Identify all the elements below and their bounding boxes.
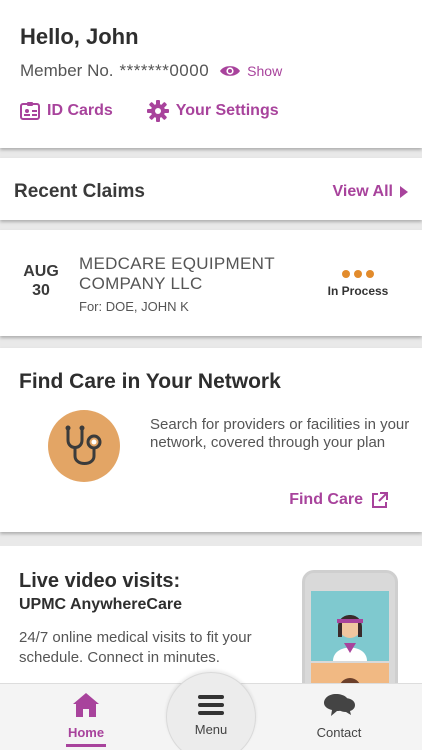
find-care-label: Find Care (289, 491, 363, 508)
settings-label: Your Settings (175, 102, 279, 119)
hamburger-menu-icon (198, 695, 224, 715)
find-care-title: Find Care in Your Network (19, 370, 281, 393)
phone-video-call-illustration (302, 570, 398, 700)
settings-link[interactable]: Your Settings (146, 100, 279, 122)
progress-dots-icon (322, 270, 394, 278)
view-all-label: View All (332, 183, 393, 200)
video-visits-description: 24/7 online medical visits to fit your s… (19, 629, 252, 666)
show-member-number-button[interactable]: Show (219, 63, 282, 79)
stethoscope-icon (48, 410, 120, 482)
video-visits-title: Live video visits: (19, 570, 181, 592)
find-care-card: Find Care in Your Network Search for pro… (0, 348, 422, 532)
member-number-row: Member No. *******0000 Show (20, 61, 282, 81)
claim-month: AUG (23, 263, 59, 280)
home-icon (73, 693, 99, 717)
eye-icon (220, 66, 241, 76)
greeting-title: Hello, John (20, 24, 139, 49)
find-care-button[interactable]: Find Care (289, 491, 388, 509)
claim-status-label: In Process (327, 284, 389, 298)
recent-claims-header: Recent Claims View All (0, 158, 422, 220)
doctor-video-illustration (311, 591, 389, 661)
tab-menu[interactable]: Menu (166, 694, 256, 737)
member-number: *******0000 (119, 61, 210, 80)
claim-for: For: DOE, JOHN K (79, 299, 189, 314)
video-visits-subtitle: UPMC AnywhereCare (19, 596, 183, 613)
recent-claims-title: Recent Claims (14, 181, 145, 202)
greeting-card: Hello, John Member No. *******0000 Show … (0, 0, 422, 148)
tab-home[interactable]: Home (58, 692, 114, 747)
find-care-description: Search for providers or facilities in yo… (150, 416, 410, 451)
quick-links: ID Cards Your Settings (20, 100, 279, 122)
video-visits-card[interactable]: Live video visits: UPMC AnywhereCare 24/… (0, 546, 422, 700)
id-card-icon (20, 102, 40, 120)
active-tab-indicator (66, 744, 106, 747)
claim-row[interactable]: AUG 30 MEDCARE EQUIPMENT COMPANY LLC For… (0, 230, 422, 336)
chat-bubbles-icon (324, 694, 355, 716)
claim-status: In Process (322, 270, 394, 298)
tab-menu-label: Menu (194, 722, 228, 737)
show-label: Show (247, 63, 283, 79)
id-cards-link[interactable]: ID Cards (20, 100, 113, 122)
play-arrow-icon (400, 186, 408, 198)
tab-contact-label: Contact (316, 725, 362, 740)
tab-contact[interactable]: Contact (306, 692, 372, 740)
view-all-claims-button[interactable]: View All (333, 183, 408, 201)
claim-day: 30 (32, 282, 50, 299)
tab-home-label: Home (67, 725, 105, 740)
gear-icon (146, 100, 169, 122)
claim-provider: MEDCARE EQUIPMENT COMPANY LLC (79, 254, 275, 293)
claim-date: AUG 30 (20, 263, 62, 300)
member-label: Member No. (20, 61, 114, 80)
id-cards-label: ID Cards (47, 102, 113, 119)
external-link-icon (372, 491, 388, 508)
